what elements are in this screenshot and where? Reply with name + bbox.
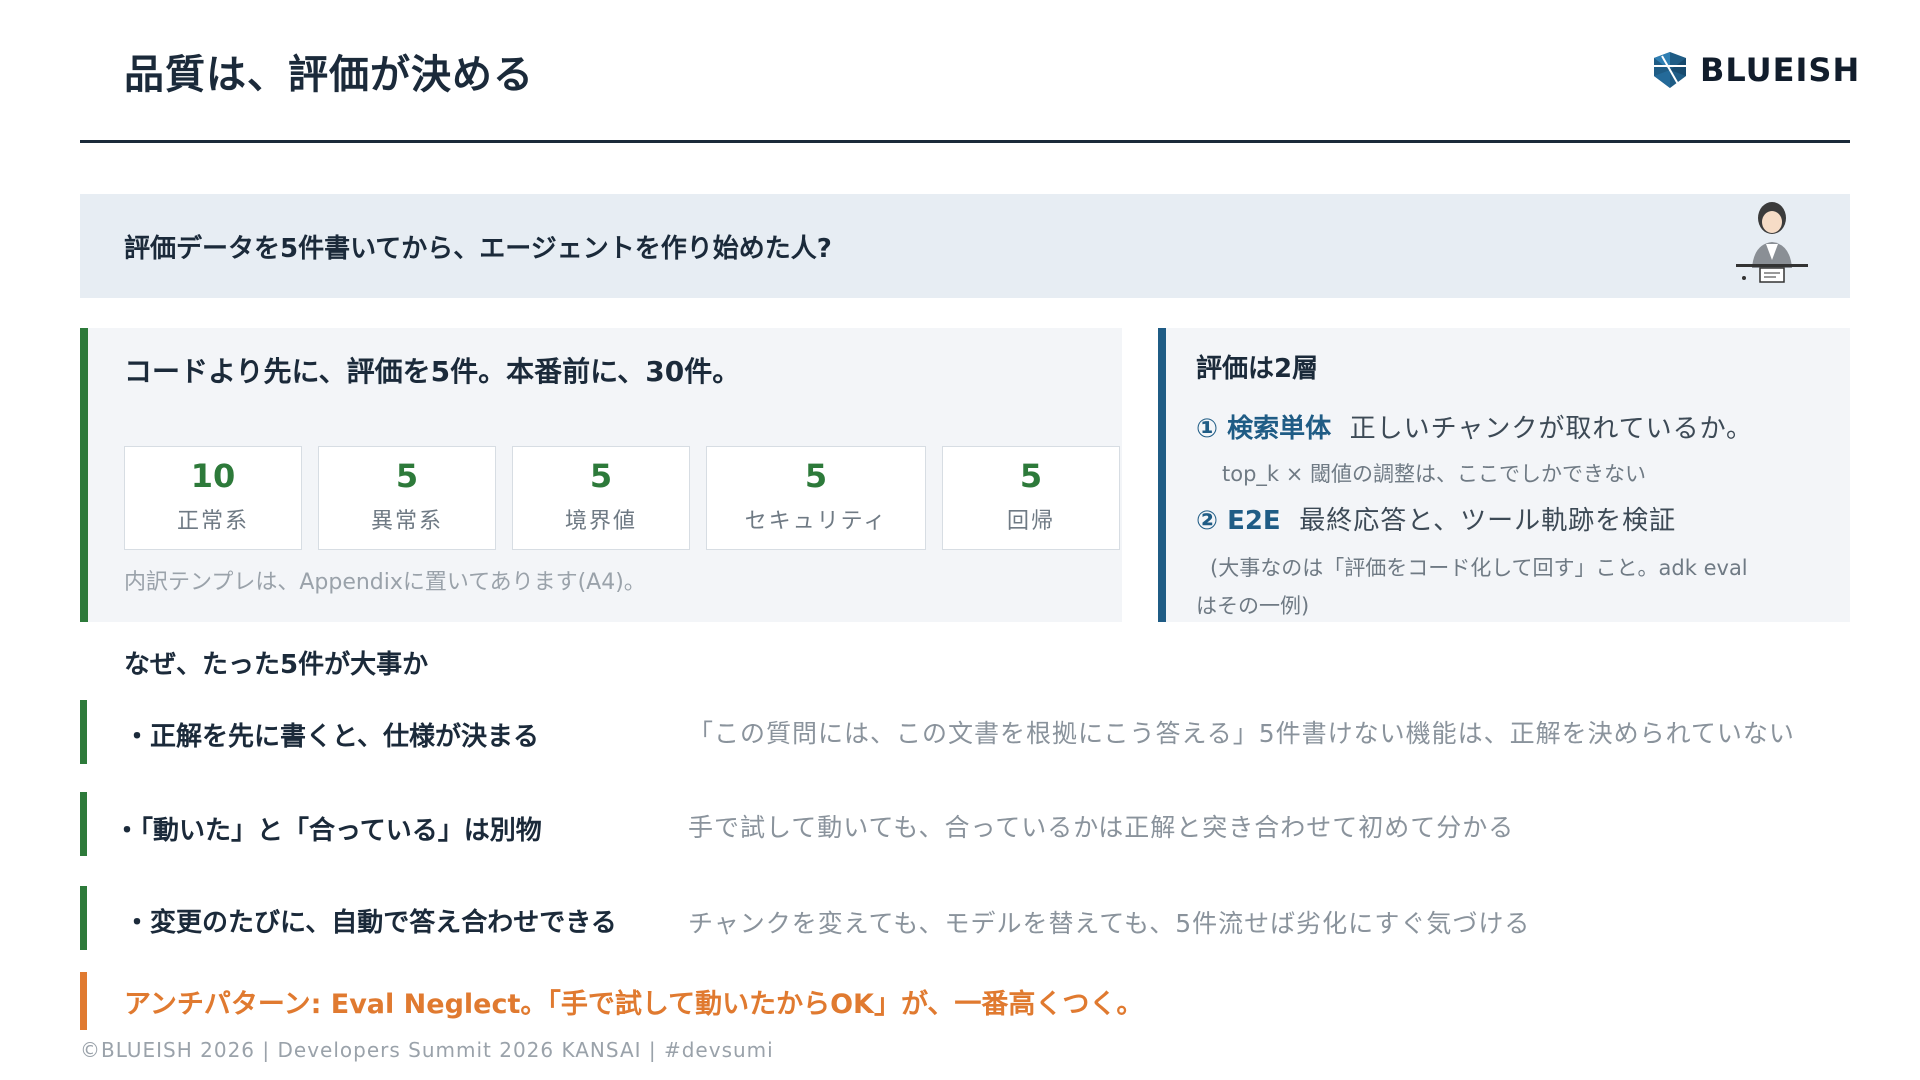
page-title: 品質は、評価が決める	[124, 52, 534, 98]
case-label: 境界値	[564, 509, 637, 534]
layer-e2e-sub-1: (大事なのは「評価をコード化して回す」こと。adk eval	[1210, 556, 1748, 580]
question-banner: 評価データを5件書いてから、エージェントを作り始めた人?	[80, 194, 1850, 298]
reason-detail: チャンクを変えても、モデルを替えても、5件流せば劣化にすぐ気づける	[688, 909, 1531, 938]
breakdown-note: 内訳テンプレは、Appendixに置いてあります(A4)。	[124, 570, 646, 595]
case-label: セキュリティ	[744, 509, 888, 534]
anti-pattern-text: アンチパターン: Eval Neglect。「手で試して動いたからOK」が、一番…	[124, 989, 1144, 1020]
footer-credit: ©BLUEISH 2026 | Developers Summit 2026 K…	[80, 1038, 774, 1062]
layer-e2e-sub-2: はその一例)	[1196, 594, 1310, 618]
why-heading: なぜ、たった5件が大事か	[124, 650, 429, 680]
case-count: 5	[1019, 457, 1043, 495]
case-card-security: 5 セキュリティ	[706, 446, 926, 550]
case-label: 異常系	[370, 509, 443, 534]
case-count: 5	[804, 457, 828, 495]
layer-retrieval-sub: top_k × 閾値の調整は、ここでしかできない	[1222, 462, 1647, 486]
reason-detail: 「この質問には、この文書を根拠にこう答える」5件書けない機能は、正解を決められて…	[688, 719, 1795, 748]
reason-bar	[80, 886, 87, 950]
reason-bar	[80, 792, 87, 856]
case-card-regression: 5 回帰	[942, 446, 1120, 550]
eval-count-heading: コードより先に、評価を5件。本番前に、30件。	[124, 355, 741, 388]
layer-retrieval-text: 正しいチャンクが取れているか。	[1349, 414, 1754, 444]
blueish-logo-icon	[1654, 52, 1686, 88]
title-divider	[80, 140, 1850, 143]
layer-retrieval: ① 検索単体 正しいチャンクが取れているか。	[1196, 408, 1753, 445]
reason-point: ・「動いた」と「合っている」は別物	[114, 816, 542, 846]
reason-detail: 手で試して動いても、合っているかは正解と突き合わせて初めて分かる	[688, 813, 1515, 842]
reason-point: ・正解を先に書くと、仕様が決まる	[124, 722, 539, 752]
case-count: 5	[395, 457, 419, 495]
banner-question: 評価データを5件書いてから、エージェントを作り始めた人?	[124, 234, 832, 264]
case-label: 正常系	[176, 509, 249, 534]
eval-layers-panel: 評価は2層 ① 検索単体 正しいチャンクが取れているか。 top_k × 閾値の…	[1158, 328, 1850, 622]
brand-logo: BLUEISH	[1648, 48, 1860, 92]
logo-text: BLUEISH	[1700, 51, 1861, 89]
case-card-boundary: 5 境界値	[512, 446, 690, 550]
layer-e2e: ② E2E 最終応答と、ツール軌跡を検証	[1196, 500, 1676, 537]
case-card-abnormal: 5 異常系	[318, 446, 496, 550]
eval-layers-heading: 評価は2層	[1196, 354, 1319, 384]
case-count: 5	[589, 457, 613, 495]
layer-retrieval-key: ① 検索単体	[1196, 414, 1332, 444]
layer-e2e-key: ② E2E	[1196, 506, 1281, 536]
case-card-normal: 10 正常系	[124, 446, 302, 550]
case-label: 回帰	[1006, 509, 1055, 534]
reason-point: ・変更のたびに、自動で答え合わせできる	[124, 908, 617, 938]
layer-e2e-text: 最終応答と、ツール軌跡を検証	[1299, 506, 1677, 536]
case-count: 10	[190, 457, 236, 495]
eval-count-panel: コードより先に、評価を5件。本番前に、30件。 10 正常系 5 異常系 5 境…	[80, 328, 1122, 622]
presenter-illustration-icon	[1736, 202, 1808, 283]
anti-pattern-bar	[80, 972, 87, 1030]
reason-bar	[80, 700, 87, 764]
